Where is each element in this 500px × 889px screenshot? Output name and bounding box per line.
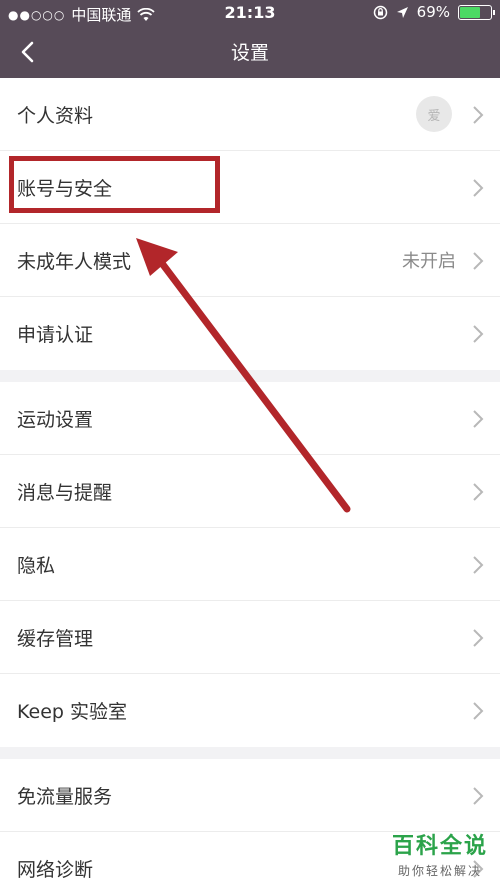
- settings-row-privacy[interactable]: 隐私: [0, 528, 500, 601]
- status-right: 69%: [373, 3, 495, 21]
- settings-row-sport[interactable]: 运动设置: [0, 382, 500, 455]
- settings-row-verification[interactable]: 申请认证: [0, 297, 500, 370]
- location-arrow-icon: [396, 6, 408, 18]
- chevron-right-icon: [473, 556, 484, 574]
- settings-row-value: 未开启: [402, 251, 456, 272]
- settings-row-label: 未成年人模式: [17, 250, 132, 273]
- settings-row-profile[interactable]: 个人资料 爱: [0, 78, 500, 151]
- settings-row-free-data[interactable]: 免流量服务: [0, 759, 500, 832]
- orientation-lock-icon: [373, 5, 387, 19]
- settings-row-label: 隐私: [17, 554, 56, 577]
- chevron-right-icon: [473, 325, 484, 343]
- settings-row-notifications[interactable]: 消息与提醒: [0, 455, 500, 528]
- battery-icon: [458, 4, 495, 20]
- chevron-right-icon: [473, 787, 484, 805]
- settings-row-label: 消息与提醒: [17, 481, 113, 504]
- annotation-highlight-box: [9, 156, 220, 213]
- chevron-right-icon: [473, 179, 484, 197]
- watermark-main-text: 百科全说: [391, 834, 488, 859]
- chevron-right-icon: [473, 252, 484, 270]
- settings-row-label: 申请认证: [17, 324, 94, 346]
- settings-row-cache[interactable]: 缓存管理: [0, 601, 500, 674]
- settings-group-general: 运动设置 消息与提醒 隐私 缓存管理 Keep 实验室: [0, 382, 500, 747]
- settings-row-label: 运动设置: [17, 408, 94, 431]
- battery-percent: 69%: [416, 3, 450, 21]
- battery-fill: [460, 6, 481, 18]
- chevron-right-icon: [473, 629, 484, 647]
- settings-row-label: Keep 实验室: [17, 701, 127, 723]
- avatar: 爱: [416, 96, 452, 132]
- status-bar: ●●○○○ 中国联通 21:13 69%: [0, 0, 500, 26]
- settings-row-label: 缓存管理: [17, 627, 94, 650]
- chevron-right-icon: [473, 410, 484, 428]
- watermark-logo: 百科全说 助你轻松解决: [392, 828, 488, 879]
- settings-row-minor-mode[interactable]: 未成年人模式 未开启: [0, 224, 500, 297]
- nav-bar: 设置: [0, 26, 500, 78]
- chevron-right-icon: [473, 702, 484, 720]
- settings-row-keep-lab[interactable]: Keep 实验室: [0, 674, 500, 747]
- page-title: 设置: [230, 42, 269, 64]
- settings-group-account: 个人资料 爱 账号与安全 未成年人模式 未开启 申请认证: [0, 78, 500, 370]
- settings-row-label: 网络诊断: [17, 859, 94, 881]
- watermark-sub-text: 助你轻松解决: [397, 864, 482, 878]
- settings-row-label: 免流量服务: [17, 785, 113, 808]
- settings-row-label: 个人资料: [17, 104, 94, 127]
- chevron-right-icon: [473, 483, 484, 501]
- chevron-right-icon: [473, 106, 484, 124]
